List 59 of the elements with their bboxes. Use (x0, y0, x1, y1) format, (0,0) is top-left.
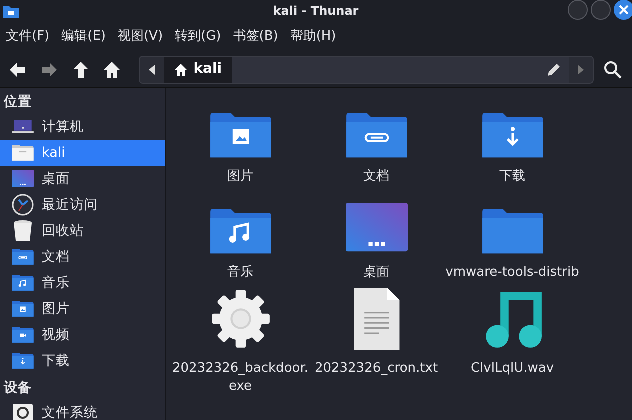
laptop-icon (12, 120, 34, 134)
sidebar-item[interactable]: 下载 (0, 348, 165, 374)
clock-icon (12, 194, 34, 216)
folder-icon (482, 209, 544, 254)
music-folder-icon (12, 275, 34, 291)
downloads-folder-icon (482, 113, 544, 158)
file-item[interactable]: 音乐 (172, 192, 308, 282)
sidebar-item[interactable]: 计算机 (0, 114, 165, 140)
edit-icon[interactable] (546, 62, 561, 76)
menu-item[interactable]: 帮助(H) (288, 23, 342, 51)
folder-icon (3, 4, 19, 18)
close-button[interactable] (614, 0, 632, 20)
pictures-folder-icon (210, 113, 272, 158)
close-icon (619, 5, 629, 15)
menu-item[interactable]: 转到(G) (173, 23, 228, 51)
menu-item[interactable]: 书签(B) (231, 23, 284, 51)
desktop-icon (12, 170, 34, 188)
file-item[interactable]: vmware-tools-distrib (444, 192, 580, 282)
sidebar-item[interactable]: 文档 (0, 244, 165, 270)
sidebar-item[interactable]: 图片 (0, 296, 165, 322)
videos-folder-icon (12, 327, 34, 343)
menu-item[interactable]: 视图(V) (116, 23, 170, 51)
home-icon (102, 60, 122, 80)
documents-folder-icon (346, 113, 408, 158)
scroll-left-button[interactable] (140, 56, 164, 82)
file-item[interactable]: 下载 (444, 96, 580, 186)
section-heading: 设备 (2, 379, 33, 398)
left-triangle-icon (148, 64, 155, 74)
file-item[interactable]: 20232326_backdoor.exe (172, 288, 308, 396)
search-icon[interactable] (604, 60, 622, 78)
file-item[interactable]: 桌面 (308, 192, 444, 282)
sidebar-item[interactable]: 回收站 (0, 218, 165, 244)
menu-item[interactable]: 文件(F) (4, 23, 56, 51)
desktop-icon (346, 203, 408, 254)
gear-icon (210, 288, 272, 350)
window-title: kali - Thunar (273, 3, 359, 20)
file-item[interactable]: ClvlLqlU.wav (444, 288, 580, 396)
downloads-folder-icon (12, 353, 34, 369)
file-item[interactable]: 20232326_cron.txt (308, 288, 444, 396)
file-item[interactable]: 文档 (308, 96, 444, 186)
scroll-right-button[interactable] (568, 56, 593, 82)
home-folder-icon (12, 145, 34, 161)
menu-item[interactable]: 编辑(E) (60, 23, 112, 51)
sidebar-item[interactable]: kali (0, 140, 165, 166)
home-icon (174, 62, 188, 76)
sidebar-item[interactable]: 视频 (0, 322, 165, 348)
right-triangle-icon (578, 64, 584, 74)
music-folder-icon (210, 209, 272, 254)
documents-folder-icon (12, 249, 34, 265)
file-item[interactable]: 图片 (172, 96, 308, 186)
sidebar-item[interactable]: 桌面 (0, 166, 165, 192)
sidebar-item[interactable]: 文件系统 (0, 400, 165, 420)
sidebar-item[interactable]: 音乐 (0, 270, 165, 296)
drive-icon (12, 402, 34, 420)
sidebar-item[interactable]: 最近访问 (0, 192, 165, 218)
path-button[interactable]: kali (164, 56, 232, 82)
trash-icon (12, 220, 34, 242)
section-heading: 位置 (2, 93, 33, 112)
pictures-folder-icon (12, 301, 34, 317)
